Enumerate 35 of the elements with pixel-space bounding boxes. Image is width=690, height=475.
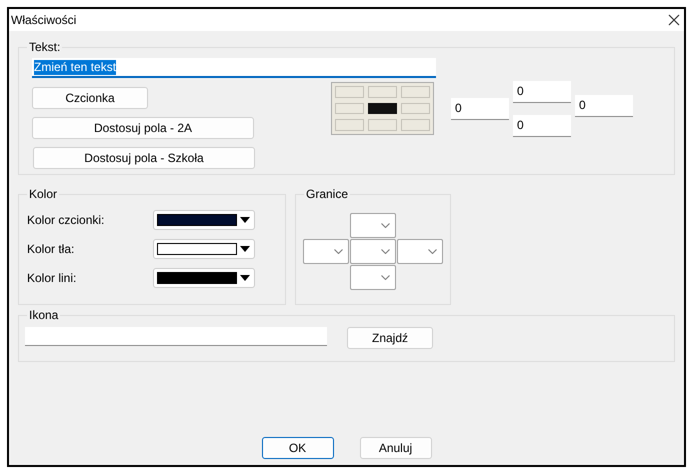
push-button[interactable]: Dostosuj pola - Szkoła [33, 147, 255, 169]
number-field[interactable]: 0 [451, 98, 509, 120]
dropdown[interactable] [397, 239, 443, 264]
chevron-down-icon [428, 249, 437, 254]
text-field[interactable]: Zmień ten tekst [32, 58, 436, 78]
dropdown[interactable] [303, 239, 349, 264]
triangle-down-icon [240, 217, 250, 223]
triangle-down-icon [240, 275, 250, 281]
close-icon[interactable] [668, 14, 680, 26]
icon-path-field[interactable] [25, 327, 327, 346]
color-dropdown[interactable] [153, 210, 255, 230]
color-dropdown[interactable] [153, 268, 255, 288]
number-field[interactable]: 0 [575, 95, 633, 117]
number-field[interactable]: 0 [513, 115, 571, 137]
push-button[interactable]: Dostosuj pola - 2A [32, 117, 254, 139]
push-button[interactable]: OK [262, 437, 334, 459]
chevron-down-icon [381, 223, 390, 228]
alignment-cell[interactable] [368, 102, 397, 114]
chevron-down-icon [334, 249, 343, 254]
dropdown[interactable] [350, 265, 396, 290]
color-dropdown[interactable] [153, 239, 255, 259]
dropdown[interactable] [350, 213, 396, 238]
push-button[interactable]: Anuluj [360, 437, 432, 459]
chevron-down-icon [381, 249, 390, 254]
field-value: Zmień ten tekst [34, 60, 116, 74]
push-button[interactable]: Czcionka [32, 87, 148, 109]
color-label: Kolor czcionki: [27, 212, 106, 229]
color-label: Kolor lini: [27, 270, 78, 287]
color-label: Kolor tła: [27, 241, 76, 258]
push-button[interactable]: Znajdź [347, 327, 433, 349]
chevron-down-icon [381, 275, 390, 280]
triangle-down-icon [240, 246, 250, 252]
dropdown[interactable] [350, 239, 396, 264]
window-title: Właściwości [11, 12, 76, 29]
number-field[interactable]: 0 [513, 81, 571, 103]
